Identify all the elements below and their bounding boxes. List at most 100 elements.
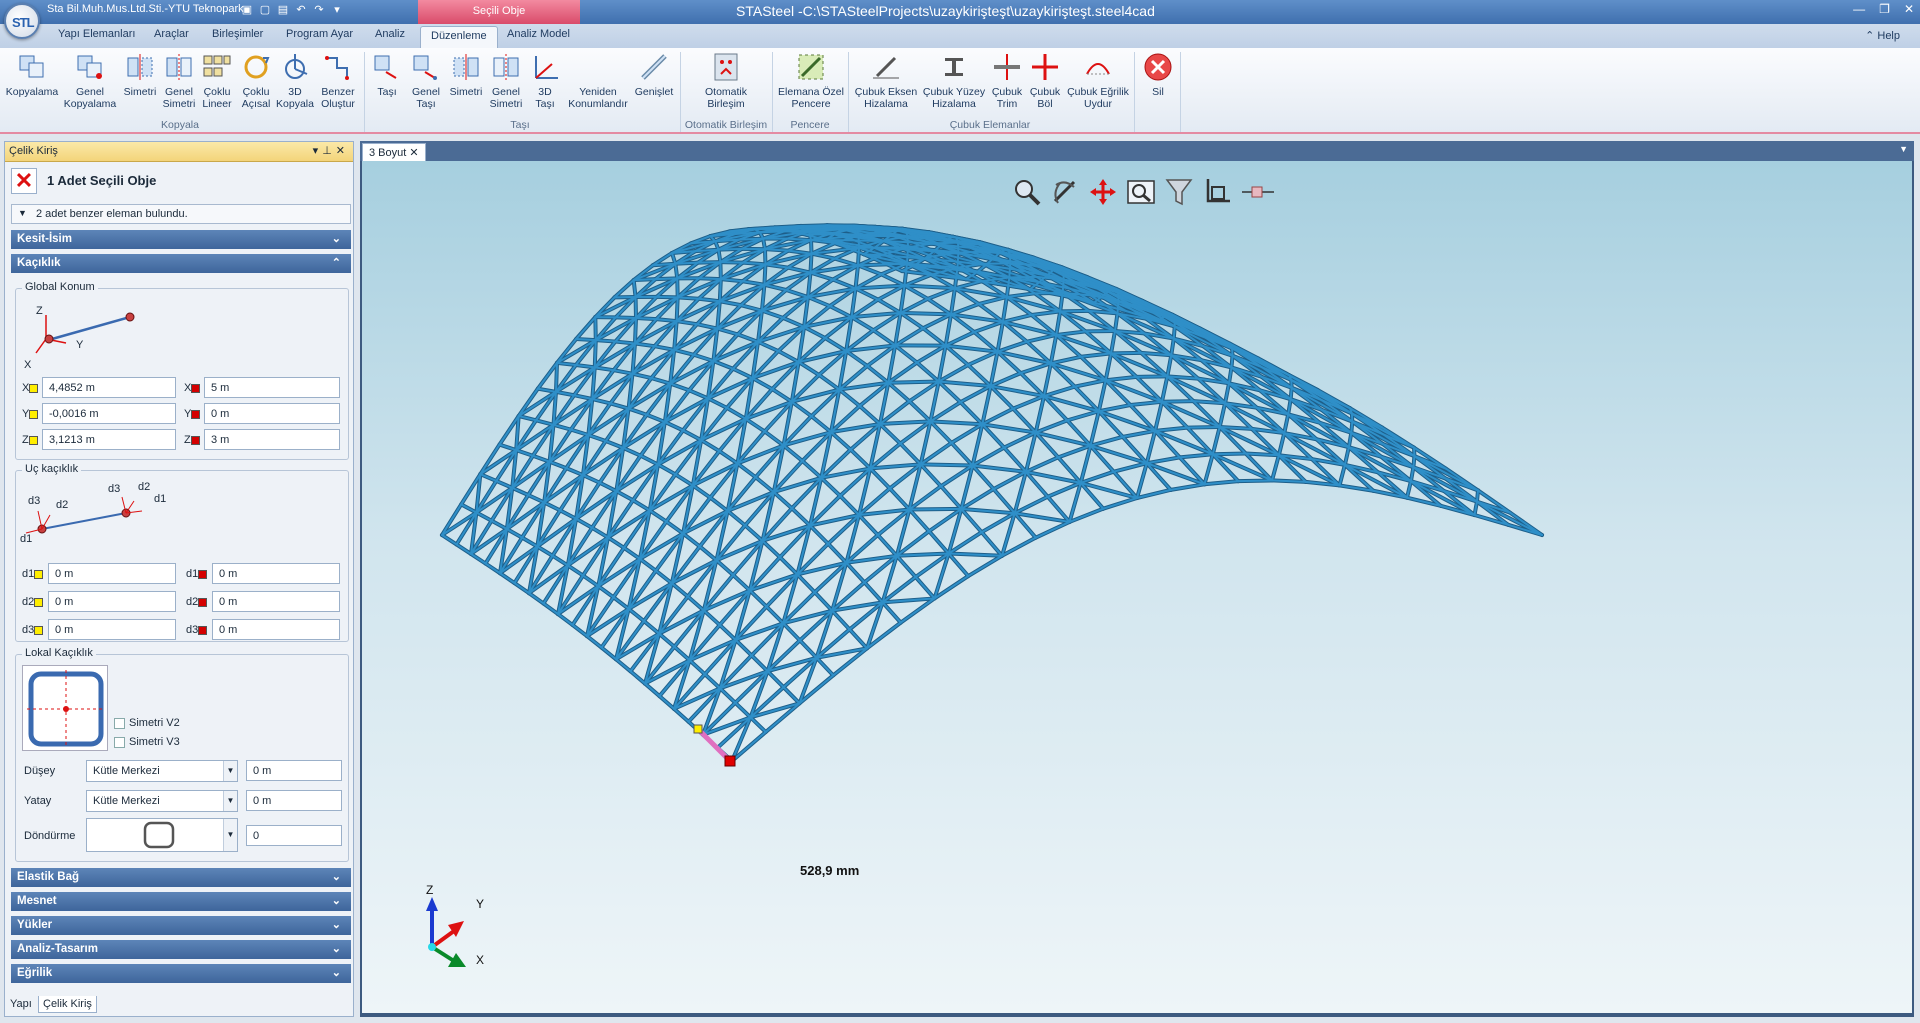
- lattice-member[interactable]: [778, 556, 799, 576]
- lattice-member[interactable]: [757, 340, 780, 353]
- lattice-member[interactable]: [919, 463, 974, 467]
- lattice-member[interactable]: [536, 545, 554, 557]
- tab-program-ayar[interactable]: Program Ayar: [286, 28, 353, 40]
- lattice-member[interactable]: [824, 337, 848, 352]
- lattice-member[interactable]: [1121, 429, 1157, 438]
- lattice-member[interactable]: [669, 360, 715, 385]
- lattice-member[interactable]: [593, 342, 636, 369]
- lattice-member[interactable]: [718, 623, 737, 641]
- lattice-member[interactable]: [593, 339, 597, 369]
- lattice-member[interactable]: [1102, 497, 1138, 510]
- lattice-member[interactable]: [887, 381, 911, 403]
- start-d1-input[interactable]: 0 m: [48, 563, 176, 584]
- lattice-member[interactable]: [1008, 262, 1012, 279]
- lattice-member[interactable]: [881, 601, 902, 624]
- lattice-member[interactable]: [922, 313, 952, 330]
- lattice-member[interactable]: [1089, 435, 1124, 447]
- start-node-marker[interactable]: [693, 724, 703, 734]
- lattice-member[interactable]: [1172, 325, 1176, 340]
- lattice-member[interactable]: [475, 486, 514, 514]
- lattice-member[interactable]: [676, 296, 700, 300]
- lattice-member[interactable]: [782, 622, 801, 642]
- start-z-input[interactable]: 3,1213 m: [42, 429, 176, 450]
- section-kaciklik[interactable]: Kaçıklık ⌃: [11, 254, 351, 273]
- lattice-member[interactable]: [1043, 362, 1052, 398]
- lattice-member[interactable]: [670, 582, 689, 598]
- lattice-member[interactable]: [736, 462, 757, 479]
- lattice-member[interactable]: [872, 329, 897, 347]
- pin-icon[interactable]: ⊥: [322, 145, 336, 157]
- lattice-member[interactable]: [1230, 354, 1234, 369]
- lattice-member[interactable]: [915, 361, 940, 383]
- lattice-member[interactable]: [607, 536, 625, 549]
- open-icon[interactable]: ▤: [276, 3, 290, 17]
- lattice-member[interactable]: [707, 397, 728, 409]
- lattice-member[interactable]: [895, 554, 917, 578]
- lattice-member[interactable]: [932, 241, 959, 245]
- lattice-member[interactable]: [554, 361, 558, 393]
- lattice-member[interactable]: [688, 389, 709, 400]
- lattice-member[interactable]: [673, 645, 691, 662]
- lattice-member[interactable]: [989, 372, 1022, 388]
- lattice-member[interactable]: [552, 398, 594, 426]
- lattice-member[interactable]: [658, 632, 676, 648]
- lattice-member[interactable]: [1073, 379, 1107, 388]
- lattice-member[interactable]: [674, 473, 694, 487]
- lattice-member[interactable]: [967, 350, 999, 366]
- lattice-member[interactable]: [505, 501, 546, 531]
- lattice-member[interactable]: [899, 297, 929, 314]
- lattice-member[interactable]: [973, 320, 1004, 334]
- lattice-member[interactable]: [1034, 419, 1069, 434]
- lattice-member[interactable]: [1079, 470, 1115, 484]
- lattice-member[interactable]: [813, 591, 834, 612]
- lattice-member[interactable]: [929, 420, 953, 444]
- lattice-member[interactable]: [622, 420, 666, 449]
- lattice-member[interactable]: [718, 278, 722, 303]
- cubuk-yuzey-hizalama-button[interactable]: Çubuk Yüzey Hizalama: [922, 52, 986, 110]
- lattice-member[interactable]: [548, 460, 568, 470]
- dondurme-combo[interactable]: ▼: [86, 818, 238, 852]
- otomatik-birlesim-button[interactable]: Otomatik Birleşim: [696, 52, 756, 110]
- lattice-member[interactable]: [719, 687, 737, 704]
- lattice-member[interactable]: [989, 350, 999, 388]
- lattice-member[interactable]: [594, 295, 637, 319]
- kopyalama-button[interactable]: Kopyalama: [4, 52, 60, 98]
- lattice-member[interactable]: [527, 494, 546, 504]
- tab-duzenleme[interactable]: Düzenleme: [420, 26, 498, 48]
- lattice-member[interactable]: [627, 407, 648, 416]
- lattice-member[interactable]: [1057, 444, 1092, 459]
- lattice-member[interactable]: [1136, 462, 1148, 499]
- lattice-member[interactable]: [1135, 375, 1169, 378]
- tab-close-icon[interactable]: ✕: [409, 147, 418, 159]
- lattice-member[interactable]: [470, 552, 487, 565]
- lattice-member[interactable]: [833, 257, 859, 267]
- undo-icon[interactable]: ↶: [294, 3, 308, 17]
- redo-icon[interactable]: ↷: [312, 3, 326, 17]
- lattice-member[interactable]: [1034, 520, 1071, 539]
- yeniden-konumlandir-button[interactable]: Yeniden Konumlandır: [566, 52, 630, 110]
- lattice-member[interactable]: [926, 287, 956, 300]
- lattice-member[interactable]: [1186, 426, 1221, 429]
- lattice-member[interactable]: [575, 337, 597, 342]
- lattice-member[interactable]: [556, 339, 597, 364]
- lattice-member[interactable]: [1289, 386, 1293, 401]
- lattice-member[interactable]: [744, 524, 764, 542]
- lattice-member[interactable]: [777, 350, 800, 364]
- lattice-member[interactable]: [475, 511, 493, 522]
- lattice-member[interactable]: [1116, 299, 1120, 315]
- bottom-tab-yapi[interactable]: Yapı: [6, 996, 36, 1012]
- lattice-member[interactable]: [786, 237, 813, 242]
- lattice-member[interactable]: [766, 670, 785, 689]
- lattice-member[interactable]: [675, 296, 679, 323]
- lattice-member[interactable]: [1136, 488, 1172, 499]
- lattice-member[interactable]: [703, 673, 722, 690]
- lattice-member[interactable]: [682, 532, 701, 548]
- new-icon[interactable]: ▢: [258, 3, 272, 17]
- section-analiz-tasarim[interactable]: Analiz-Tasarım ⌄: [11, 940, 351, 959]
- cubuk-eksen-hizalama-button[interactable]: Çubuk Eksen Hizalama: [854, 52, 918, 110]
- lattice-member[interactable]: [879, 422, 902, 445]
- close-window-icon[interactable]: ✕: [1904, 2, 1914, 16]
- lattice-member[interactable]: [908, 400, 932, 423]
- lattice-member[interactable]: [782, 316, 806, 328]
- lattice-member[interactable]: [809, 271, 834, 281]
